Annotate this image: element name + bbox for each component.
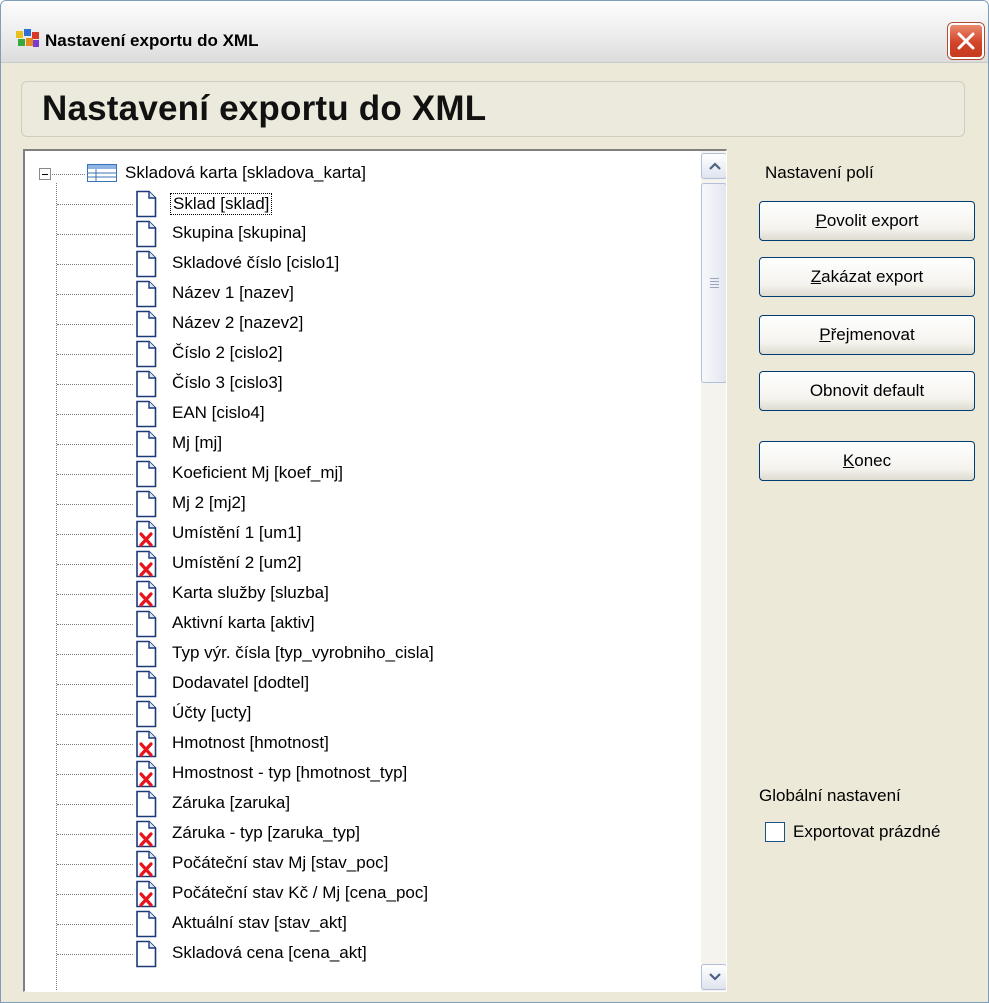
- document-icon: [135, 370, 157, 398]
- tree-item-label: Sklad [sklad]: [170, 193, 273, 215]
- scroll-up-button[interactable]: [701, 153, 726, 179]
- window-title: Nastavení exportu do XML: [45, 31, 259, 50]
- close-button[interactable]: [948, 23, 984, 59]
- tree-item-label: Skupina [skupina]: [172, 223, 307, 242]
- document-excluded-icon: [135, 820, 157, 848]
- global-settings-label: Globální nastavení: [759, 786, 901, 805]
- document-icon: [135, 670, 157, 698]
- tree-item-label: Skladová cena [cena_akt]: [172, 943, 367, 962]
- tree-item-label: Mj 2 [mj2]: [172, 493, 246, 512]
- dialog-window: Nastavení exportu do XML Nastavení expor…: [0, 0, 989, 1003]
- scroll-thumb[interactable]: [701, 183, 726, 383]
- tree-item-label: Číslo 3 [cislo3]: [172, 373, 283, 392]
- checkbox-box[interactable]: [765, 822, 785, 842]
- page-title: Nastavení exportu do XML: [42, 89, 487, 128]
- document-icon: [135, 430, 157, 458]
- tree-item-label: Mj [mj]: [172, 433, 223, 452]
- close-x-icon: [957, 32, 975, 50]
- document-icon: [135, 790, 157, 818]
- export-empty-label: Exportovat prázdné: [793, 822, 941, 841]
- document-excluded-icon: [135, 520, 157, 548]
- chevron-down-icon: [709, 973, 721, 981]
- document-excluded-icon: [135, 760, 157, 788]
- document-icon: [135, 940, 157, 968]
- tree-item-label: Typ výr. čísla [typ_vyrobniho_cisla]: [172, 643, 434, 662]
- document-excluded-icon: [135, 730, 157, 758]
- document-icon: [135, 910, 157, 938]
- rename-button[interactable]: Přejmenovat: [759, 315, 975, 355]
- tree-item-label: Hmotnost [hmotnost]: [172, 733, 329, 752]
- document-icon: [135, 190, 157, 218]
- title-bar[interactable]: Nastavení exportu do XML: [1, 1, 988, 63]
- document-icon: [135, 250, 157, 278]
- document-icon: [135, 340, 157, 368]
- document-icon: [135, 310, 157, 338]
- tree-item-label: Záruka [zaruka]: [172, 793, 291, 812]
- tree-item-label: Název 1 [nazev]: [172, 283, 294, 302]
- document-icon: [135, 610, 157, 638]
- document-icon: [135, 400, 157, 428]
- tree-item-label: Hmostnost - typ [hmotnost_typ]: [172, 763, 408, 782]
- scroll-down-button[interactable]: [701, 964, 726, 990]
- fields-settings-label: Nastavení polí: [765, 163, 874, 182]
- field-tree[interactable]: Skladová karta [skladova_karta] Sklad [s…: [23, 149, 727, 992]
- restore-default-button[interactable]: Obnovit default: [759, 371, 975, 411]
- document-icon: [135, 280, 157, 308]
- tree-content: Skladová karta [skladova_karta] Sklad [s…: [25, 151, 699, 991]
- document-excluded-icon: [135, 850, 157, 878]
- tree-item-label: Aktuální stav [stav_akt]: [172, 913, 347, 932]
- document-icon: [135, 490, 157, 518]
- tree-item-label: Počáteční stav Mj [stav_poc]: [172, 853, 389, 872]
- header-panel: Nastavení exportu do XML: [21, 81, 965, 137]
- tree-item-label: Umístění 1 [um1]: [172, 523, 302, 542]
- disable-export-button[interactable]: Zakázat export: [759, 257, 975, 297]
- app-icon: [16, 29, 39, 47]
- document-icon: [135, 700, 157, 728]
- close-dialog-button[interactable]: Konec: [759, 441, 975, 481]
- tree-item-label: Záruka - typ [zaruka_typ]: [172, 823, 361, 842]
- document-icon: [135, 640, 157, 668]
- record-table-icon: [87, 164, 117, 182]
- document-icon: [135, 460, 157, 488]
- tree-item-label: Skladové číslo [cislo1]: [172, 253, 340, 272]
- document-icon: [135, 220, 157, 248]
- document-excluded-icon: [135, 550, 157, 578]
- chevron-up-icon: [709, 162, 721, 170]
- tree-item-label: Aktivní karta [aktiv]: [172, 613, 315, 632]
- tree-item-label: Karta služby [sluzba]: [172, 583, 329, 602]
- document-excluded-icon: [135, 580, 157, 608]
- tree-root-label[interactable]: Skladová karta [skladova_karta]: [125, 163, 366, 183]
- document-excluded-icon: [135, 880, 157, 908]
- settings-panel: Nastavení polí Povolit export Zakázat ex…: [741, 149, 981, 992]
- tree-item-label: EAN [cislo4]: [172, 403, 265, 422]
- vertical-scrollbar[interactable]: [701, 151, 726, 991]
- tree-item-label: Počáteční stav Kč / Mj [cena_poc]: [172, 883, 429, 902]
- tree-item-label: Účty [ucty]: [172, 703, 252, 722]
- tree-item-label: Koeficient Mj [koef_mj]: [172, 463, 344, 482]
- tree-item-label: Číslo 2 [cislo2]: [172, 343, 283, 362]
- enable-export-button[interactable]: Povolit export: [759, 201, 975, 241]
- tree-item-label: Dodavatel [dodtel]: [172, 673, 310, 692]
- collapse-toggle[interactable]: [39, 168, 51, 180]
- tree-item-label: Umístění 2 [um2]: [172, 553, 302, 572]
- tree-item-label: Název 2 [nazev2]: [172, 313, 304, 332]
